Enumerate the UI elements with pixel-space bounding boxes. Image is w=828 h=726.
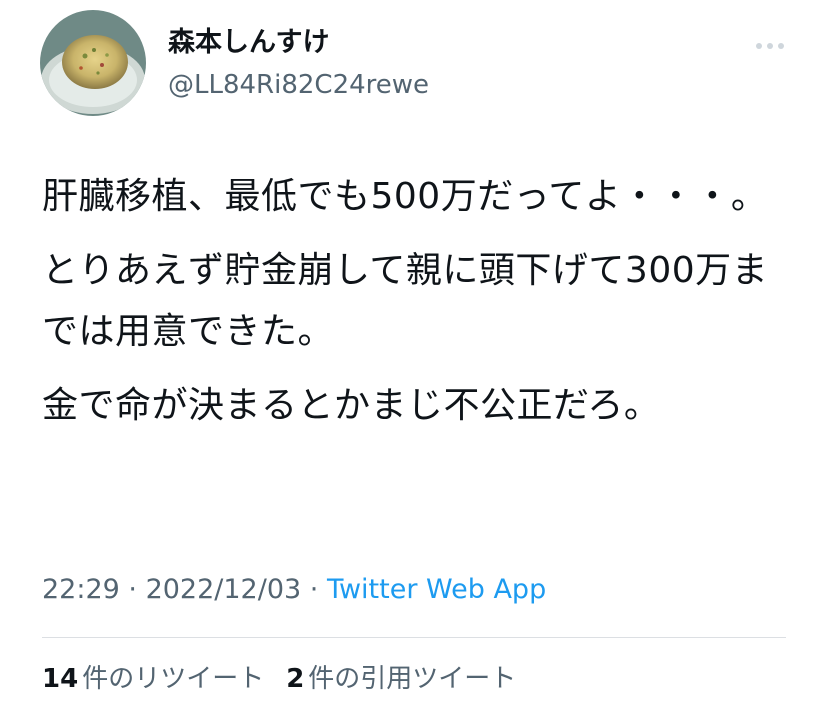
more-dots-icon [756, 43, 784, 49]
retweets-stat[interactable]: 14 件のリツイート [42, 664, 264, 695]
divider [42, 637, 786, 638]
tweet-paragraph: 金で命が決まるとかまじ不公正だろ。 [42, 385, 661, 426]
retweets-count: 14 [42, 664, 79, 694]
tweet-text: 肝臓移植、最低でも500万だってよ・・・。 とりあえず貯金崩して親に頭下げて30… [42, 166, 792, 449]
avatar[interactable] [40, 10, 146, 116]
user-handle[interactable]: @LL84Ri82C24rewe [168, 70, 429, 101]
tweet-stats: 14 件のリツイート 2 件の引用ツイート [42, 664, 538, 695]
tweet-paragraph: とりあえず貯金崩して親に頭下げて300万まで​は用意できた。 [42, 250, 769, 352]
tweet-source-link[interactable]: Twitter Web App [327, 574, 546, 605]
display-name[interactable]: 森本しんすけ [168, 27, 329, 59]
fried-rice-plate-icon [40, 10, 146, 116]
meta-separator: · [301, 574, 327, 605]
tweet-date[interactable]: 2022/12/03 [146, 574, 302, 605]
tweet-metadata: 22:29 · 2022/12/03 · Twitter Web App [42, 574, 546, 606]
meta-separator: · [119, 574, 146, 605]
quote-tweets-count: 2 [286, 664, 305, 694]
quote-tweets-stat[interactable]: 2 件の引用ツイート [286, 664, 516, 695]
tweet-paragraph: 肝臓移植、最低でも500万だってよ・・・。 [42, 176, 768, 217]
more-options-button[interactable] [750, 32, 790, 60]
tweet-time[interactable]: 22:29 [42, 574, 120, 605]
quote-tweets-label: 件の引用ツイート [308, 664, 517, 694]
retweets-label: 件のリツイート [82, 664, 265, 694]
